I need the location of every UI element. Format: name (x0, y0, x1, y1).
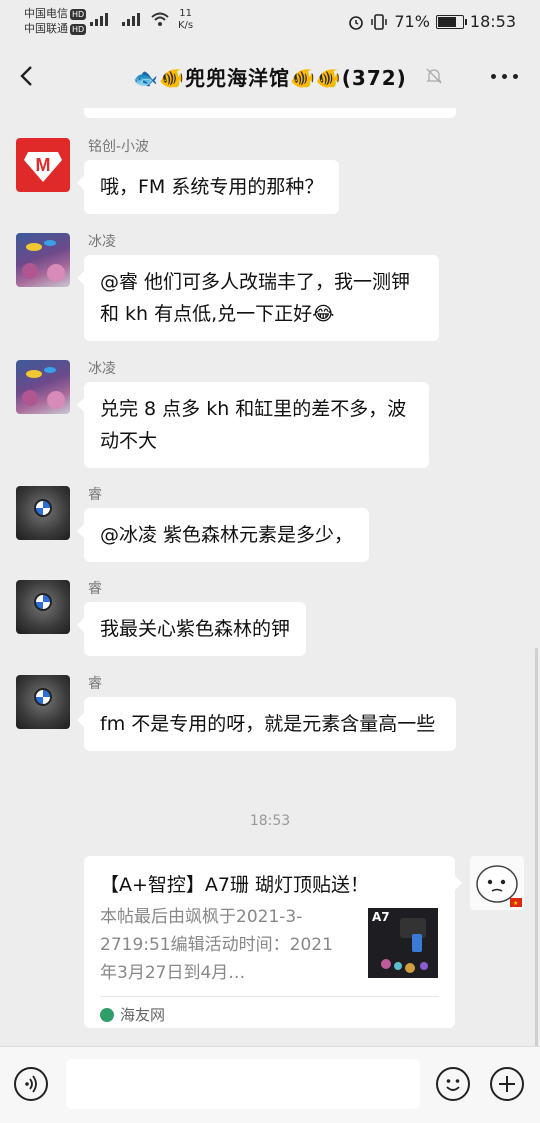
sender-name: 睿 (88, 487, 102, 503)
scrollbar[interactable] (535, 648, 538, 1048)
plus-icon[interactable] (490, 1067, 524, 1101)
signal-icon (122, 12, 140, 26)
carrier-2: 中国联通 (24, 22, 68, 35)
chat-area[interactable]: M 铭创-小波 哦，FM 系统专用的那种？ 冰凌 @睿 他们可多人改瑞丰了，我一… (0, 108, 540, 1046)
avatar[interactable] (16, 233, 70, 287)
alarm-icon (349, 15, 364, 30)
hd-badge: HD (70, 9, 87, 20)
sender-name: 睿 (88, 581, 102, 597)
message-bubble[interactable]: 兑完 8 点多 kh 和缸里的差不多，波动不大 (77, 382, 429, 468)
input-bar (0, 1046, 540, 1123)
avatar[interactable] (16, 580, 70, 634)
hd-badge: HD (70, 24, 87, 35)
battery-icon (435, 14, 467, 29)
status-right: 71% 18:53 (348, 12, 516, 31)
card-source: 海友网 (100, 1004, 165, 1025)
card-thumbnail: A7 (368, 908, 438, 978)
carrier-1: 中国电信 (24, 7, 68, 20)
signal-icon (90, 12, 108, 26)
message-bubble[interactable]: 我最关心紫色森林的钾 (76, 602, 307, 656)
sender-name: 铭创-小波 (88, 139, 150, 155)
timestamp: 18:53 (249, 813, 291, 829)
source-logo-icon (100, 1007, 114, 1022)
sender-name: 冰凌 (88, 234, 116, 250)
divider (100, 996, 439, 997)
battery-percent: 71% (394, 12, 430, 31)
chat-title: 🐟🐠兜兜海洋馆🐠🐠(372) (133, 66, 407, 90)
message-bubble-partial (84, 108, 456, 118)
message-bubble[interactable]: 哦，FM 系统专用的那种？ (76, 160, 340, 214)
sender-name: 睿 (88, 676, 102, 692)
carrier-info: 中国电信 HD 中国联通 HD (24, 6, 87, 36)
voice-icon[interactable] (14, 1067, 48, 1101)
clock: 18:53 (469, 12, 516, 31)
avatar[interactable]: ★ (470, 856, 524, 910)
avatar[interactable] (16, 486, 70, 540)
wifi-icon (151, 12, 169, 26)
vibrate-icon (371, 13, 388, 30)
avatar[interactable] (16, 360, 70, 414)
chat-header: 🐟🐠兜兜海洋馆🐠🐠(372) (0, 44, 540, 108)
more-dots-icon[interactable] (491, 74, 518, 79)
link-card[interactable]: 【A+智控】A7珊 瑚灯顶贴送！ 本帖最后由飒枫于2021-3-2719:51编… (84, 856, 462, 1028)
status-bar: 中国电信 HD 中国联通 HD 11 K/s 71% 18:53 (0, 0, 540, 44)
card-title: 【A+智控】A7珊 瑚灯顶贴送！ (100, 874, 370, 896)
sender-name: 冰凌 (88, 361, 116, 377)
svg-text:★: ★ (513, 900, 518, 907)
bell-off-icon (426, 68, 442, 84)
network-speed: 11 K/s (178, 8, 194, 31)
message-bubble[interactable]: @冰凌 紫色森林元素是多少， (76, 508, 370, 562)
message-input[interactable] (66, 1059, 420, 1109)
avatar[interactable]: M (16, 138, 70, 192)
message-bubble[interactable]: fm 不是专用的呀，就是元素含量高一些 (77, 697, 456, 751)
source-name: 海友网 (120, 1006, 166, 1024)
emoji-icon[interactable] (436, 1067, 470, 1101)
svg-text:M: M (36, 155, 51, 175)
avatar[interactable] (16, 675, 70, 729)
card-description: 本帖最后由飒枫于2021-3-2719:51编辑活动时间：2021年3月27日到… (100, 907, 333, 983)
message-bubble[interactable]: @睿 他们可多人改瑞丰了，我一测钾和 kh 有点低,兑一下正好😂 (77, 255, 439, 341)
